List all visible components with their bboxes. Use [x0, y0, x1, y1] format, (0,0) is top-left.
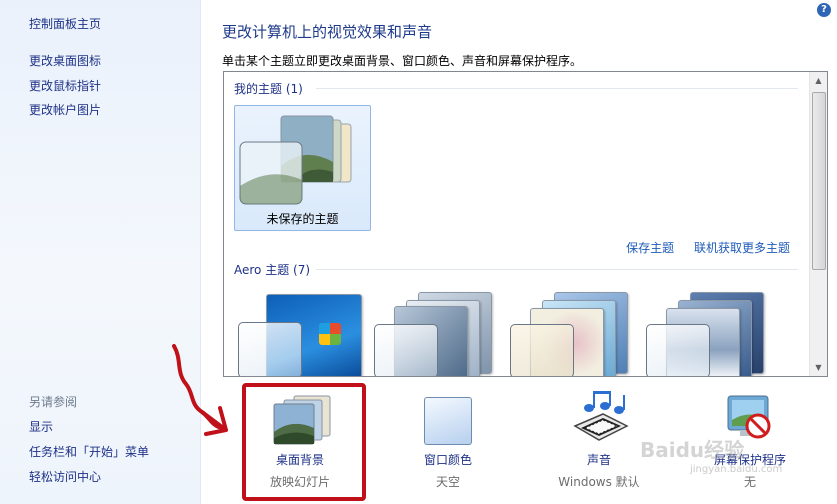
display-link[interactable]: 显示	[29, 418, 53, 435]
taskbar-start-menu-link[interactable]: 任务栏和「开始」菜单	[29, 443, 149, 460]
get-more-themes-link[interactable]: 联机获取更多主题	[694, 241, 790, 255]
window-color-icon	[424, 397, 472, 445]
change-desktop-icons-link[interactable]: 更改桌面图标	[29, 52, 101, 69]
theme-links: 保存主题 联机获取更多主题	[610, 239, 790, 256]
see-also-heading: 另请参阅	[29, 395, 78, 409]
window-color-value: 天空	[435, 475, 460, 489]
screensaver-value: 无	[743, 475, 756, 489]
change-account-picture-link[interactable]: 更改帐户图片	[29, 101, 101, 118]
unsaved-theme-label: 未保存的主题	[266, 212, 339, 226]
sound-value: Windows 默认	[558, 475, 640, 489]
aero-theme-architecture[interactable]	[374, 292, 498, 376]
theme-list[interactable]: 我的主题 (1) 未保存的主题 保存主题 联机获取更多主题 Aero 主题 (7…	[223, 71, 828, 377]
watermark-url: jingyan.baidu.com	[690, 464, 783, 475]
aero-theme-characters[interactable]	[510, 292, 634, 376]
change-mouse-pointers-link[interactable]: 更改鼠标指针	[29, 77, 101, 94]
window-color-button[interactable]: 窗口颜色 天空	[388, 384, 508, 494]
aero-themes-header: Aero 主题 (7)	[234, 263, 311, 277]
scroll-thumb[interactable]	[812, 92, 826, 270]
save-theme-link[interactable]: 保存主题	[626, 241, 674, 255]
sound-icon	[573, 391, 629, 441]
annotation-highlight-box	[242, 383, 366, 501]
window-color-label: 窗口颜色	[423, 453, 472, 467]
page-title: 更改计算机上的视觉效果和声音	[222, 23, 433, 41]
theme-list-scrollbar[interactable]: ▲ ▼	[809, 72, 827, 376]
watermark-brand: Baidu经验	[640, 438, 745, 462]
my-themes-header: 我的主题 (1)	[234, 82, 303, 96]
instruction-text: 单击某个主题立即更改桌面背景、窗口颜色、声音和屏幕保护程序。	[222, 54, 583, 68]
ease-of-access-link[interactable]: 轻松访问中心	[29, 468, 101, 485]
theme-preview-icon	[239, 115, 352, 205]
unsaved-theme-tile[interactable]: 未保存的主题	[234, 105, 371, 231]
control-panel-home-link[interactable]: 控制面板主页	[29, 15, 101, 32]
aero-theme-landscapes[interactable]	[646, 292, 770, 376]
help-icon[interactable]: ?	[817, 3, 831, 17]
group-divider	[316, 88, 798, 89]
scroll-down-icon[interactable]: ▼	[810, 359, 827, 376]
scroll-up-icon[interactable]: ▲	[810, 72, 827, 89]
windows-logo-icon	[319, 323, 341, 345]
group-divider	[316, 269, 798, 270]
